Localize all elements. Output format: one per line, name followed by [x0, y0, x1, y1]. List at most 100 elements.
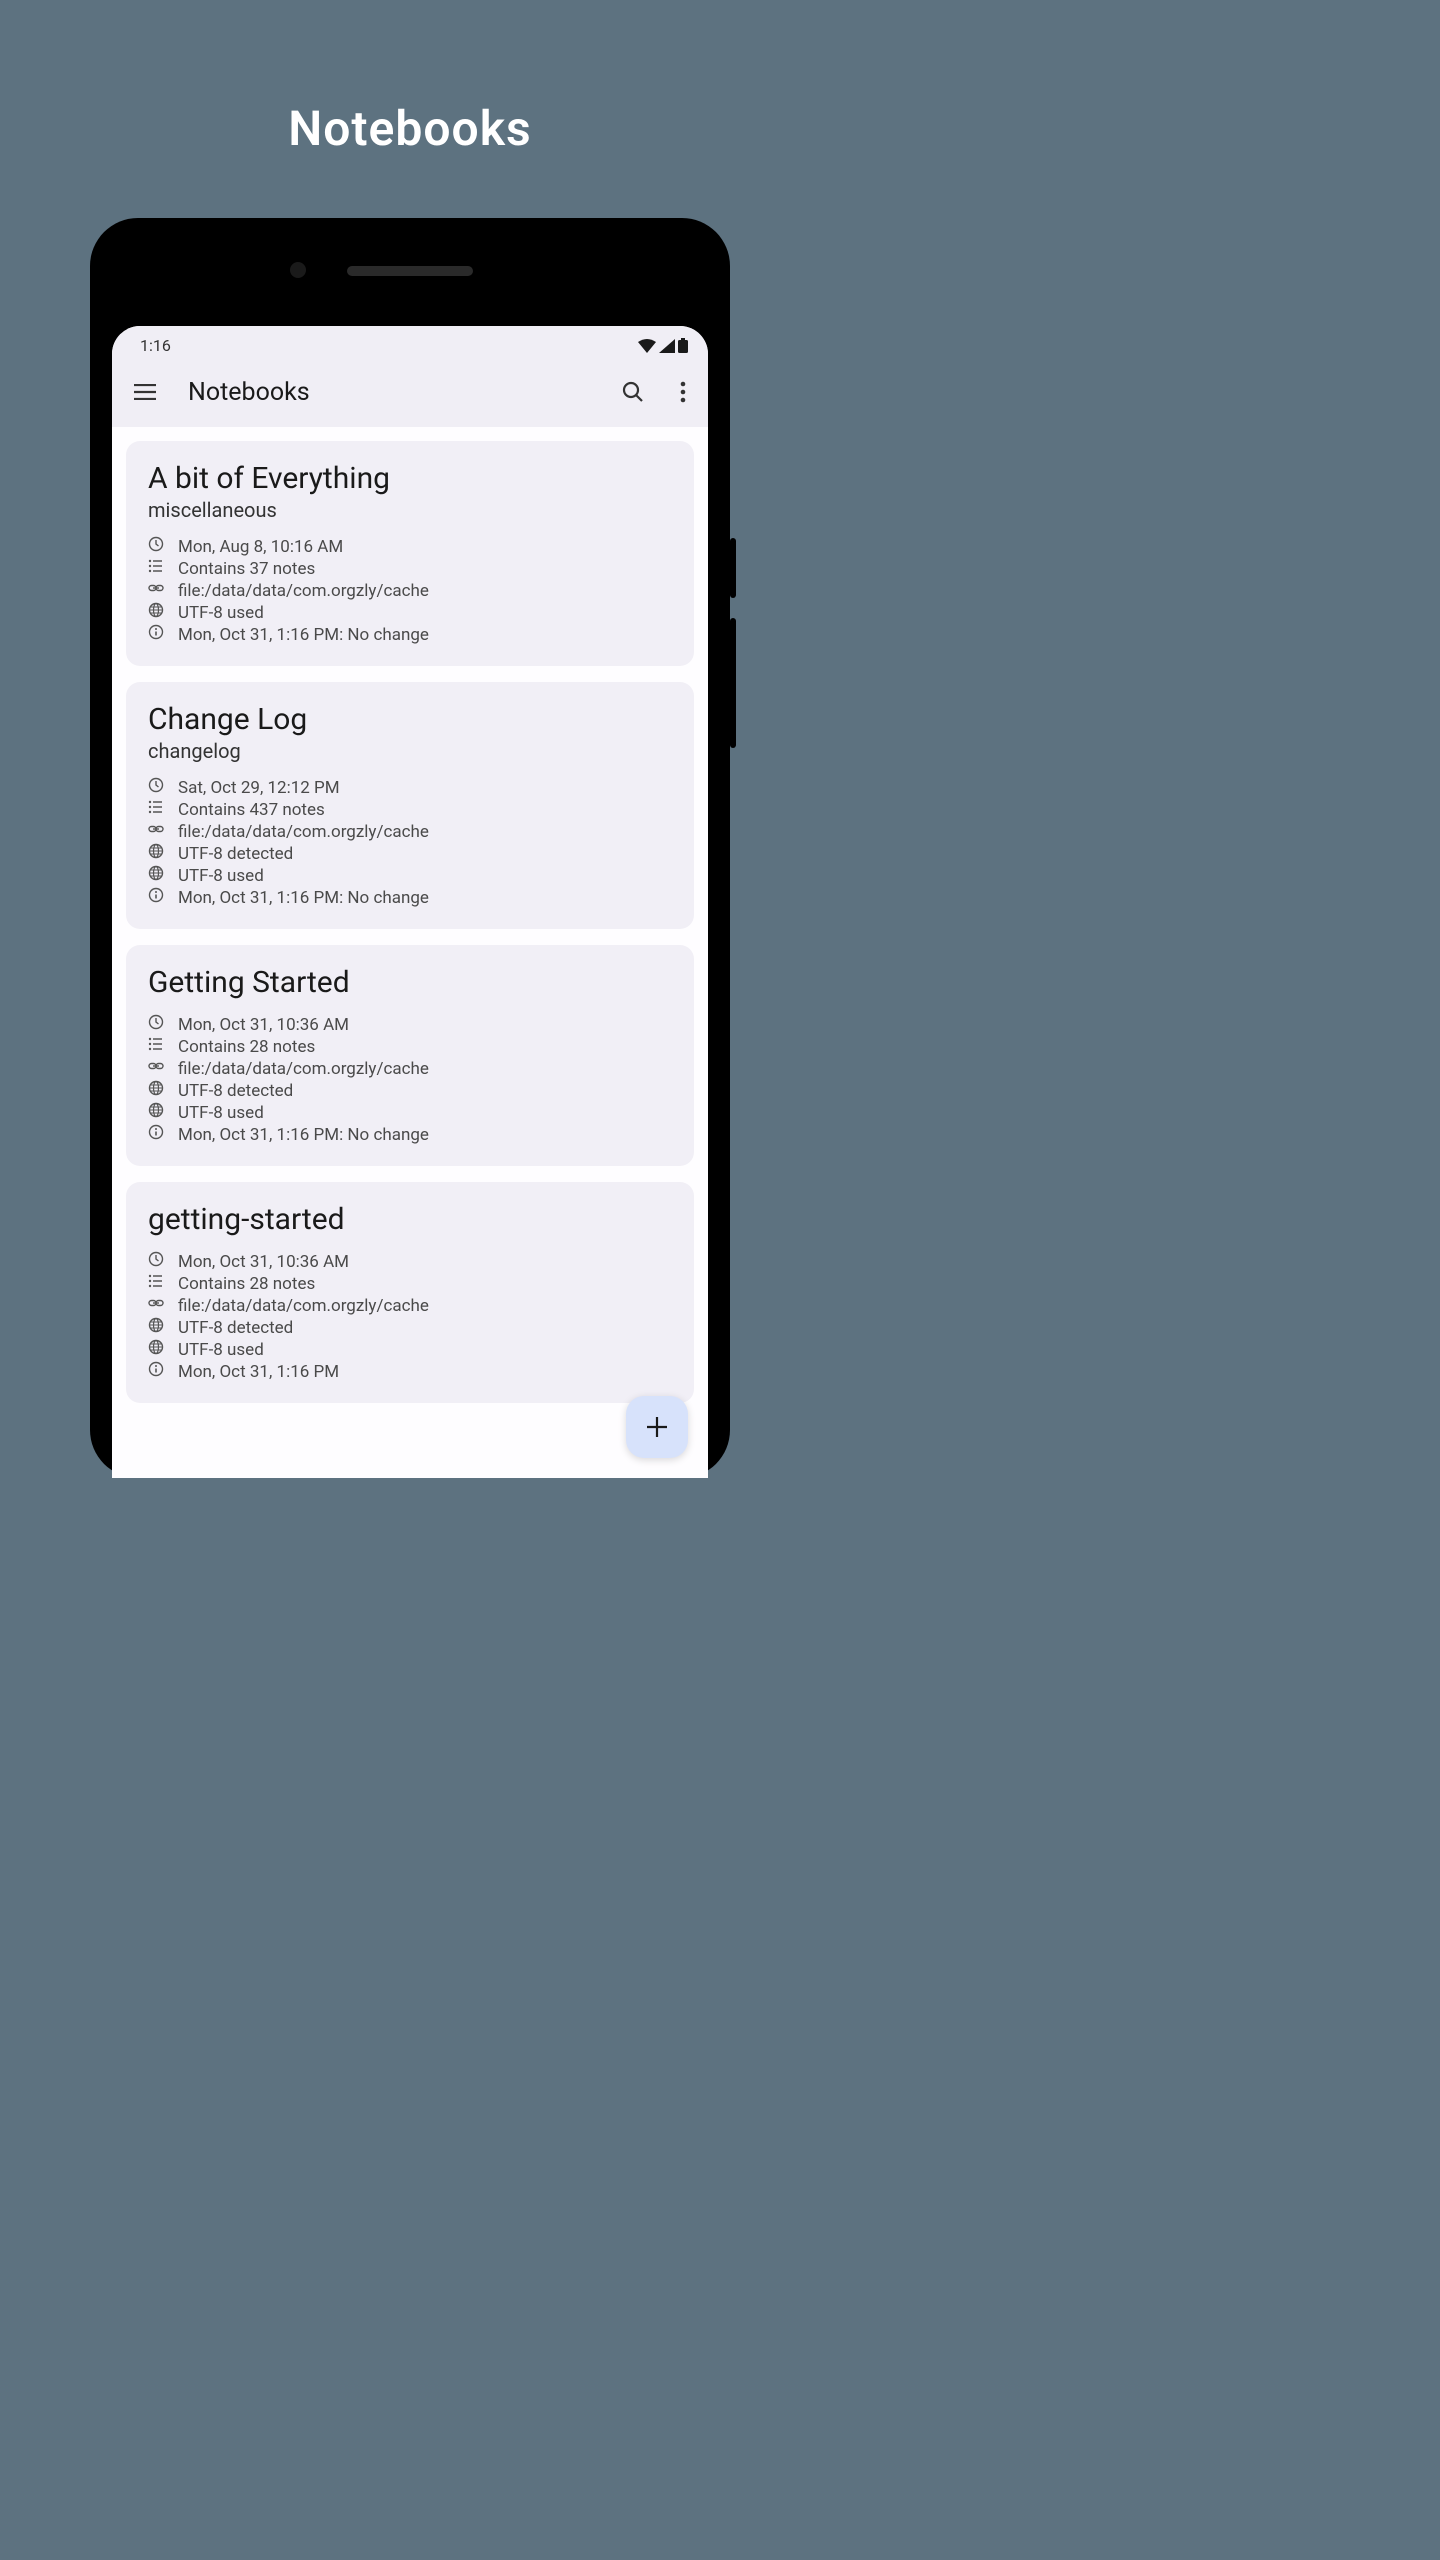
notebook-meta-row: Contains 28 notes [148, 1273, 672, 1294]
notebook-title: Getting Started [148, 965, 672, 1000]
notebook-meta-text: UTF-8 detected [178, 844, 293, 864]
link-icon [148, 580, 164, 601]
info-icon [148, 624, 164, 645]
notebook-title: Change Log [148, 702, 672, 737]
clock-icon [148, 1014, 164, 1035]
list-icon [148, 1273, 164, 1294]
notebook-meta-text: UTF-8 detected [178, 1318, 293, 1338]
notebook-meta-text: UTF-8 detected [178, 1081, 293, 1101]
globe-icon [148, 602, 164, 623]
wifi-icon [638, 339, 656, 353]
notebook-subtitle: changelog [148, 739, 672, 763]
plus-icon [646, 1416, 668, 1438]
notebook-card[interactable]: A bit of Everythingmiscellaneous Mon, Aug… [126, 441, 694, 666]
notebook-card[interactable]: Change Logchangelog Sat, Oct 29, 12:12 PM… [126, 682, 694, 929]
notebook-meta-text: Contains 37 notes [178, 559, 315, 579]
notebook-meta-text: Mon, Oct 31, 1:16 PM: No change [178, 1125, 429, 1145]
notebook-meta-text: Mon, Aug 8, 10:16 AM [178, 537, 343, 557]
notebook-card[interactable]: getting-started Mon, Oct 31, 10:36 AMCont… [126, 1182, 694, 1403]
globe-icon [148, 1339, 164, 1360]
clock-icon [148, 1251, 164, 1272]
app-bar-title: Notebooks [188, 378, 590, 407]
menu-button[interactable] [130, 380, 160, 404]
notebook-meta-text: Contains 28 notes [178, 1037, 315, 1057]
notebook-subtitle: miscellaneous [148, 498, 672, 522]
globe-icon [148, 843, 164, 864]
notebook-meta-text: UTF-8 used [178, 866, 264, 886]
notebook-meta-row: UTF-8 detected [148, 1317, 672, 1338]
notebook-meta-row: file:/data/data/com.orgzly/cache [148, 580, 672, 601]
list-icon [148, 1036, 164, 1057]
notebook-meta-text: file:/data/data/com.orgzly/cache [178, 1059, 429, 1079]
notebook-meta-row: Contains 437 notes [148, 799, 672, 820]
notebook-meta-text: UTF-8 used [178, 1103, 264, 1123]
notebook-meta-text: Mon, Oct 31, 1:16 PM: No change [178, 625, 429, 645]
notebook-card[interactable]: Getting Started Mon, Oct 31, 10:36 AMCont… [126, 945, 694, 1166]
notebook-meta-row: Sat, Oct 29, 12:12 PM [148, 777, 672, 798]
notebook-meta-text: file:/data/data/com.orgzly/cache [178, 1296, 429, 1316]
clock-icon [148, 536, 164, 557]
notebook-meta-text: Mon, Oct 31, 10:36 AM [178, 1015, 349, 1035]
notebook-meta-text: file:/data/data/com.orgzly/cache [178, 822, 429, 842]
notebook-meta-text: Contains 28 notes [178, 1274, 315, 1294]
notebook-meta-row: Mon, Oct 31, 10:36 AM [148, 1251, 672, 1272]
notebook-meta-row: UTF-8 used [148, 865, 672, 886]
phone-screen: 1:16 Notebooks A bit of Everythingmis [112, 326, 708, 1478]
notebook-meta-row: Mon, Oct 31, 1:16 PM: No change [148, 887, 672, 908]
link-icon [148, 821, 164, 842]
more-button[interactable] [676, 377, 690, 407]
notebook-meta-text: file:/data/data/com.orgzly/cache [178, 581, 429, 601]
notebook-meta-row: UTF-8 detected [148, 843, 672, 864]
globe-icon [148, 1102, 164, 1123]
status-time: 1:16 [140, 336, 171, 355]
phone-camera [290, 262, 306, 278]
app-bar: Notebooks [112, 361, 708, 427]
more-vert-icon [680, 381, 686, 403]
page-title: Notebooks [0, 0, 820, 157]
notebook-meta-row: file:/data/data/com.orgzly/cache [148, 821, 672, 842]
battery-icon [678, 338, 688, 353]
phone-side-button [730, 618, 736, 748]
notebook-meta-text: Mon, Oct 31, 10:36 AM [178, 1252, 349, 1272]
notebook-meta-text: Mon, Oct 31, 1:16 PM [178, 1362, 339, 1382]
notebook-list: A bit of Everythingmiscellaneous Mon, Aug… [112, 427, 708, 1403]
notebook-title: getting-started [148, 1202, 672, 1237]
link-icon [148, 1058, 164, 1079]
phone-side-button [730, 538, 736, 598]
info-icon [148, 887, 164, 908]
notebook-meta-row: Mon, Aug 8, 10:16 AM [148, 536, 672, 557]
phone-frame: 1:16 Notebooks A bit of Everythingmis [90, 218, 730, 1478]
notebook-meta-row: UTF-8 used [148, 1339, 672, 1360]
notebook-meta-row: Contains 37 notes [148, 558, 672, 579]
info-icon [148, 1361, 164, 1382]
clock-icon [148, 777, 164, 798]
notebook-meta-text: Contains 437 notes [178, 800, 325, 820]
notebook-meta-row: file:/data/data/com.orgzly/cache [148, 1058, 672, 1079]
notebook-meta-row: Mon, Oct 31, 1:16 PM: No change [148, 624, 672, 645]
link-icon [148, 1295, 164, 1316]
notebook-meta-row: Mon, Oct 31, 1:16 PM [148, 1361, 672, 1382]
notebook-meta-row: UTF-8 detected [148, 1080, 672, 1101]
search-icon [622, 381, 644, 403]
notebook-meta-row: UTF-8 used [148, 602, 672, 623]
info-icon [148, 1124, 164, 1145]
list-icon [148, 558, 164, 579]
list-icon [148, 799, 164, 820]
notebook-meta-text: Mon, Oct 31, 1:16 PM: No change [178, 888, 429, 908]
notebook-meta-row: UTF-8 used [148, 1102, 672, 1123]
search-button[interactable] [618, 377, 648, 407]
status-icons [638, 338, 688, 353]
notebook-meta-text: Sat, Oct 29, 12:12 PM [178, 778, 340, 798]
menu-icon [134, 384, 156, 400]
globe-icon [148, 1080, 164, 1101]
add-notebook-fab[interactable] [626, 1396, 688, 1458]
globe-icon [148, 1317, 164, 1338]
notebook-meta-text: UTF-8 used [178, 603, 264, 623]
notebook-meta-row: file:/data/data/com.orgzly/cache [148, 1295, 672, 1316]
globe-icon [148, 865, 164, 886]
notebook-meta-row: Contains 28 notes [148, 1036, 672, 1057]
phone-speaker [347, 266, 473, 276]
notebook-meta-row: Mon, Oct 31, 1:16 PM: No change [148, 1124, 672, 1145]
status-bar: 1:16 [112, 326, 708, 361]
notebook-title: A bit of Everything [148, 461, 672, 496]
